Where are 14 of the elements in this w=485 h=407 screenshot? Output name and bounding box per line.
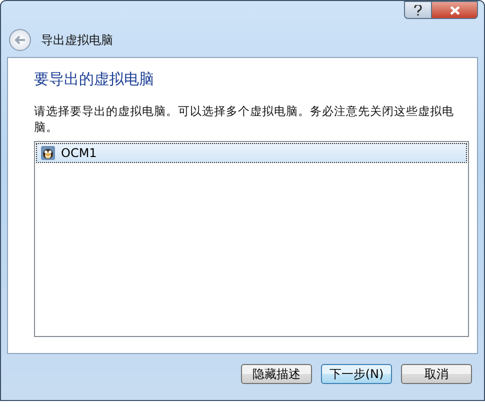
help-button[interactable] xyxy=(404,1,432,19)
dialog-button[interactable]: 下一步(N) xyxy=(321,364,392,384)
penguin-icon xyxy=(41,146,55,160)
page-description: 请选择要导出的虚拟电脑。可以选择多个虚拟电脑。务必注意先关闭这些虚拟电脑。 xyxy=(34,103,455,135)
close-icon xyxy=(450,6,460,14)
close-button[interactable] xyxy=(432,1,478,19)
back-button[interactable] xyxy=(9,29,31,51)
vm-list-item[interactable]: OCM1 xyxy=(36,143,467,163)
back-arrow-icon xyxy=(14,35,26,45)
dialog-button[interactable]: 取消 xyxy=(401,364,472,384)
page-heading: 要导出的虚拟电脑 xyxy=(34,70,155,89)
dialog-button[interactable]: 隐藏描述 xyxy=(241,364,312,384)
help-icon xyxy=(414,4,422,16)
window-title: 导出虚拟电脑 xyxy=(41,32,113,48)
